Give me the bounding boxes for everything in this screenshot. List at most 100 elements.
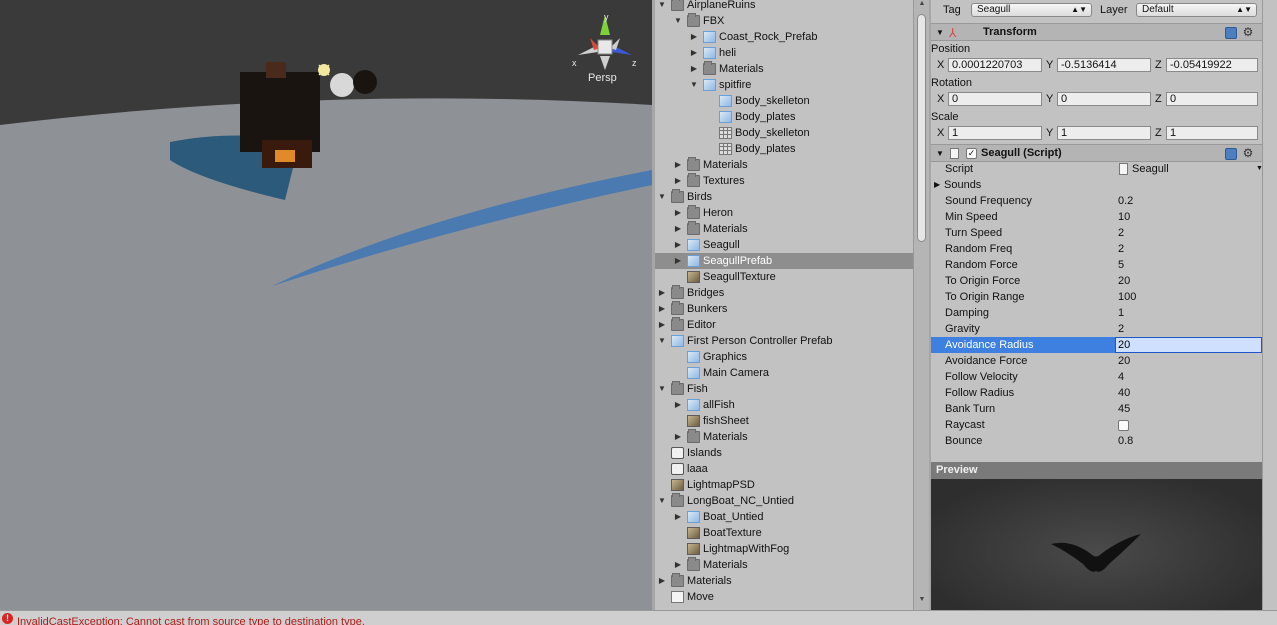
property-row[interactable]: Turn Speed 2: [931, 225, 1262, 241]
scroll-up-icon[interactable]: ▲: [917, 0, 927, 7]
expand-triangle-icon[interactable]: ▶: [673, 173, 683, 189]
property-value[interactable]: 1: [1118, 305, 1124, 321]
transform-header[interactable]: ▼ ⅄ Transform ⚙: [931, 23, 1262, 41]
scale-z-field[interactable]: 1: [1166, 126, 1258, 140]
collapse-triangle-icon[interactable]: ▼: [689, 77, 699, 93]
collapse-triangle-icon[interactable]: ▼: [936, 24, 944, 41]
project-item[interactable]: ▶ SeagullPrefab: [655, 253, 913, 269]
project-item[interactable]: ▶ Textures: [655, 173, 913, 189]
expand-triangle-icon[interactable]: ▶: [657, 301, 667, 317]
collapse-triangle-icon[interactable]: ▼: [657, 493, 667, 509]
property-value[interactable]: 40: [1118, 385, 1130, 401]
preview-area[interactable]: [931, 479, 1262, 610]
collapse-triangle-icon[interactable]: ▼: [657, 381, 667, 397]
projection-label[interactable]: Persp: [588, 72, 617, 84]
collapse-triangle-icon[interactable]: ▼: [657, 0, 667, 13]
property-row[interactable]: Gravity 2: [931, 321, 1262, 337]
property-row[interactable]: Sound Frequency 0.2: [931, 193, 1262, 209]
project-panel[interactable]: ▼ AirplaneRuins ▼ FBX ▶ Coast_Rock_Prefab ▶ hel…: [655, 0, 913, 610]
project-item[interactable]: Body_plates: [655, 109, 913, 125]
rotation-y-field[interactable]: 0: [1057, 92, 1151, 106]
project-item[interactable]: Move: [655, 589, 913, 605]
sounds-row[interactable]: ▶ Sounds: [931, 177, 1262, 193]
rotation-x-field[interactable]: 0: [948, 92, 1042, 106]
scale-y-field[interactable]: 1: [1057, 126, 1151, 140]
property-value[interactable]: 100: [1118, 289, 1136, 305]
project-item[interactable]: laaa: [655, 461, 913, 477]
project-item[interactable]: Islands: [655, 445, 913, 461]
property-value[interactable]: 0.2: [1118, 193, 1133, 209]
expand-triangle-icon[interactable]: ▶: [673, 509, 683, 525]
expand-triangle-icon[interactable]: ▶: [657, 285, 667, 301]
expand-triangle-icon[interactable]: ▶: [689, 29, 699, 45]
project-item[interactable]: ▼ AirplaneRuins: [655, 0, 913, 13]
help-icon[interactable]: [1225, 27, 1237, 39]
expand-triangle-icon[interactable]: ▶: [673, 557, 683, 573]
property-row[interactable]: Avoidance Force 20: [931, 353, 1262, 369]
project-item[interactable]: fishSheet: [655, 413, 913, 429]
project-item[interactable]: ▶ Materials: [655, 573, 913, 589]
position-z-field[interactable]: -0.05419922: [1166, 58, 1258, 72]
property-value[interactable]: 2: [1118, 225, 1124, 241]
project-item[interactable]: ▼ First Person Controller Prefab: [655, 333, 913, 349]
property-value[interactable]: 45: [1118, 401, 1130, 417]
property-value[interactable]: 20: [1118, 353, 1130, 369]
scale-x-field[interactable]: 1: [948, 126, 1042, 140]
property-row[interactable]: Avoidance Radius 20: [931, 337, 1262, 353]
position-y-field[interactable]: -0.5136414: [1057, 58, 1151, 72]
scene-view[interactable]: y x z Persp: [0, 0, 652, 610]
expand-triangle-icon[interactable]: ▶: [673, 397, 683, 413]
raycast-checkbox[interactable]: [1118, 420, 1129, 431]
scroll-down-icon[interactable]: ▼: [917, 596, 927, 603]
property-row[interactable]: Bounce 0.8: [931, 433, 1262, 449]
expand-triangle-icon[interactable]: ▶: [657, 317, 667, 333]
project-item[interactable]: ▼ Fish: [655, 381, 913, 397]
collapse-triangle-icon[interactable]: ▼: [673, 13, 683, 29]
expand-triangle-icon[interactable]: ▶: [934, 177, 940, 193]
scrollbar-thumb[interactable]: [917, 14, 926, 242]
expand-triangle-icon[interactable]: ▶: [673, 157, 683, 173]
expand-triangle-icon[interactable]: ▶: [673, 429, 683, 445]
collapse-triangle-icon[interactable]: ▼: [657, 333, 667, 349]
project-item[interactable]: ▼ Birds: [655, 189, 913, 205]
expand-triangle-icon[interactable]: ▶: [673, 205, 683, 221]
expand-triangle-icon[interactable]: ▶: [673, 221, 683, 237]
project-item[interactable]: ▶ Heron: [655, 205, 913, 221]
property-value[interactable]: 2: [1118, 321, 1124, 337]
property-value[interactable]: 2: [1118, 241, 1124, 257]
project-item[interactable]: ▶ Seagull: [655, 237, 913, 253]
project-item[interactable]: ▶ Boat_Untied: [655, 509, 913, 525]
project-item[interactable]: ▶ Coast_Rock_Prefab: [655, 29, 913, 45]
property-value-input[interactable]: 20: [1115, 337, 1262, 353]
project-item[interactable]: ▶ heli: [655, 45, 913, 61]
property-row[interactable]: Follow Radius 40: [931, 385, 1262, 401]
property-value[interactable]: 4: [1118, 369, 1124, 385]
status-message[interactable]: InvalidCastException: Cannot cast from s…: [17, 615, 365, 625]
tag-dropdown[interactable]: Seagull ▲▼: [971, 3, 1092, 17]
project-item[interactable]: ▶ allFish: [655, 397, 913, 413]
project-item[interactable]: Body_skelleton: [655, 93, 913, 109]
project-item[interactable]: LightmapWithFog: [655, 541, 913, 557]
project-item[interactable]: SeagullTexture: [655, 269, 913, 285]
expand-triangle-icon[interactable]: ▶: [673, 237, 683, 253]
expand-triangle-icon[interactable]: ▶: [689, 61, 699, 77]
project-item[interactable]: ▶ Materials: [655, 557, 913, 573]
project-item[interactable]: ▶ Materials: [655, 157, 913, 173]
position-x-field[interactable]: 0.0001220703: [948, 58, 1042, 72]
property-row[interactable]: Random Force 5: [931, 257, 1262, 273]
project-item[interactable]: ▶ Editor: [655, 317, 913, 333]
collapse-triangle-icon[interactable]: ▼: [657, 189, 667, 205]
property-value[interactable]: 0.8: [1118, 433, 1133, 449]
project-item[interactable]: ▼ LongBoat_NC_Untied: [655, 493, 913, 509]
expand-triangle-icon[interactable]: ▶: [689, 45, 699, 61]
component-enabled-checkbox[interactable]: ✓: [966, 148, 977, 159]
project-item[interactable]: Main Camera: [655, 365, 913, 381]
property-row[interactable]: Min Speed 10: [931, 209, 1262, 225]
expand-triangle-icon[interactable]: ▶: [673, 253, 683, 269]
project-item[interactable]: ▶ Bunkers: [655, 301, 913, 317]
property-row[interactable]: Raycast: [931, 417, 1262, 433]
project-item[interactable]: LightmapPSD: [655, 477, 913, 493]
property-row[interactable]: Follow Velocity 4: [931, 369, 1262, 385]
gear-icon[interactable]: ⚙: [1242, 147, 1254, 160]
expand-triangle-icon[interactable]: ▶: [657, 573, 667, 589]
